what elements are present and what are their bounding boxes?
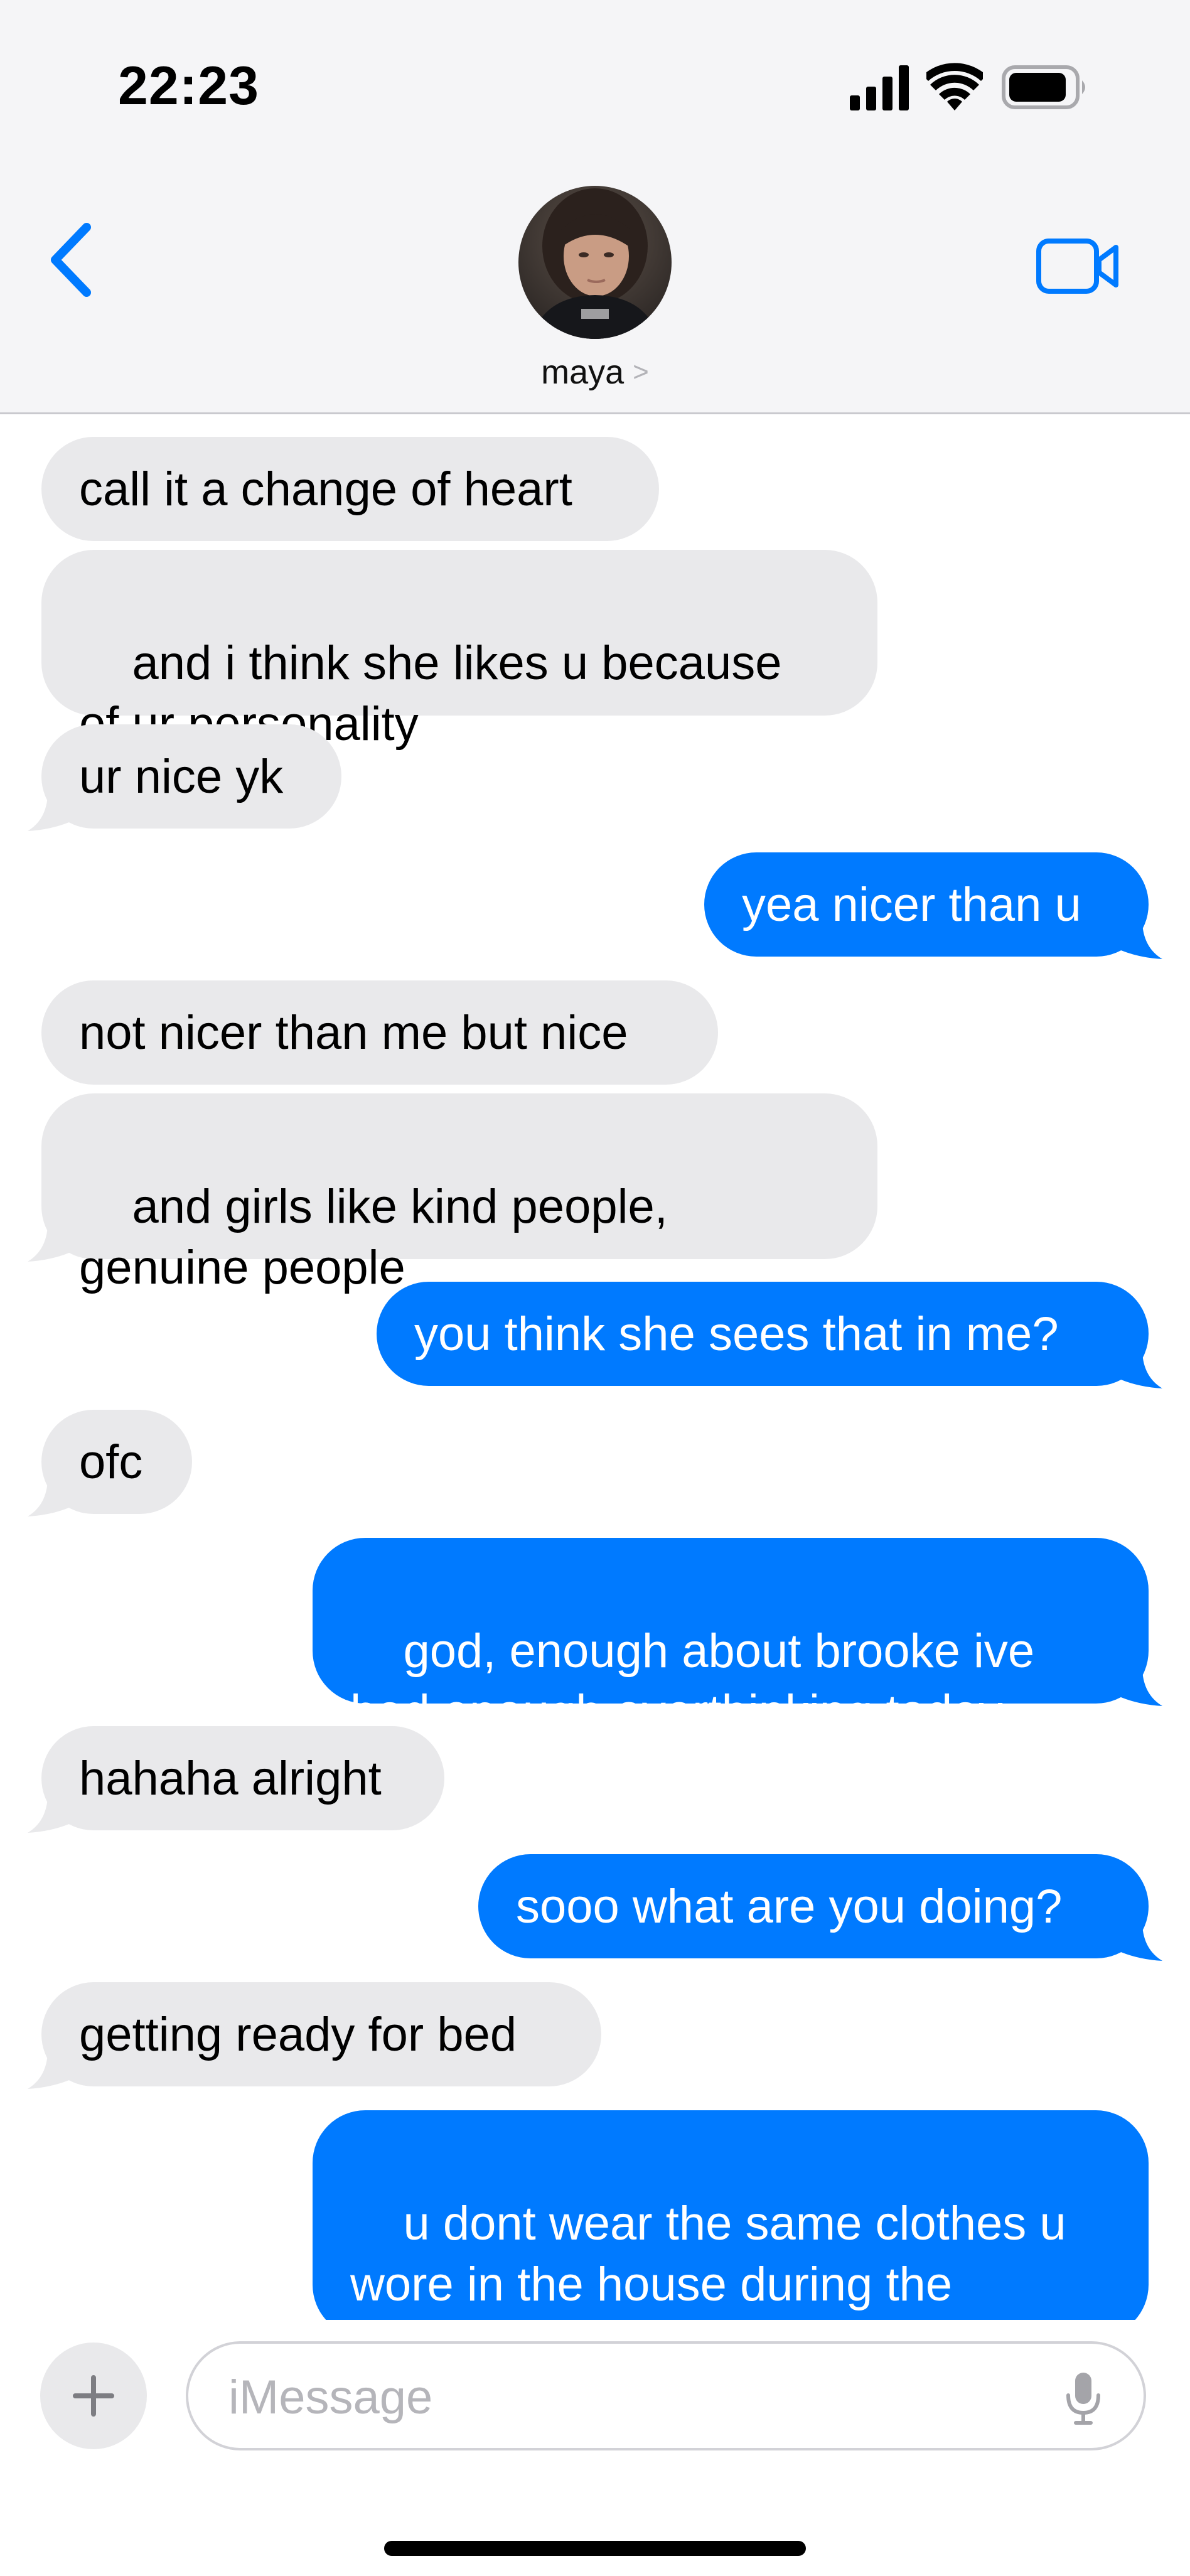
bubble-tail: [1121, 923, 1162, 959]
message-text: ur nice yk: [79, 750, 284, 803]
message-text: god, enough about brooke ive had enough …: [350, 1624, 1035, 1739]
message-text: not nicer than me but nice: [79, 1006, 628, 1060]
cellular-signal-icon: [850, 65, 909, 110]
contact-chevron-icon: >: [633, 357, 649, 387]
outgoing-message-bubble[interactable]: u dont wear the same clothes u wore in t…: [313, 2110, 1149, 2320]
outgoing-message-bubble[interactable]: you think she sees that in me?: [377, 1282, 1149, 1386]
outgoing-message-bubble[interactable]: sooo what are you doing?: [478, 1854, 1149, 1958]
message-text: yea nicer than u: [742, 878, 1081, 931]
contact-name-button[interactable]: maya >: [0, 353, 1190, 392]
bubble-tail: [28, 795, 69, 831]
message-composer: iMessage: [0, 2320, 1190, 2576]
bubble-tail: [1121, 1670, 1162, 1706]
microphone-icon[interactable]: [1064, 2371, 1102, 2425]
battery-icon: [1002, 65, 1085, 109]
wifi-icon: [926, 63, 983, 110]
message-text: sooo what are you doing?: [516, 1880, 1063, 1933]
message-text: call it a change of heart: [79, 463, 572, 516]
imessage-input[interactable]: iMessage: [186, 2341, 1146, 2450]
home-indicator[interactable]: [384, 2541, 806, 2556]
message-text: ofc: [79, 1436, 143, 1489]
bubble-tail: [28, 1480, 69, 1516]
message-text: you think she sees that in me?: [414, 1307, 1059, 1361]
apps-plus-button[interactable]: [40, 2343, 147, 2449]
video-call-icon[interactable]: [1036, 235, 1121, 298]
bubble-tail: [28, 1796, 69, 1833]
message-text: hahaha alright: [79, 1752, 382, 1805]
outgoing-message-bubble[interactable]: god, enough about brooke ive had enough …: [313, 1538, 1149, 1739]
incoming-message-bubble[interactable]: hahaha alright: [41, 1726, 444, 1830]
message-thread[interactable]: call it a change of heart and i think sh…: [0, 414, 1190, 2320]
incoming-message-bubble[interactable]: not nicer than me but nice: [41, 980, 718, 1085]
incoming-message-bubble[interactable]: and i think she likes u because of ur pe…: [41, 550, 877, 751]
incoming-message-bubble[interactable]: and girls like kind people, genuine peop…: [41, 1093, 877, 1294]
message-text: u dont wear the same clothes u wore in t…: [350, 2197, 1066, 2320]
input-placeholder: iMessage: [228, 2371, 433, 2424]
status-time: 22:23: [118, 56, 259, 116]
bubble-tail: [1121, 1924, 1162, 1961]
incoming-message-bubble[interactable]: getting ready for bed: [41, 1982, 601, 2086]
plus-icon: [73, 2375, 114, 2417]
incoming-message-bubble[interactable]: ur nice yk: [41, 724, 341, 829]
bubble-tail: [28, 2053, 69, 2089]
incoming-message-bubble[interactable]: call it a change of heart: [41, 437, 659, 541]
outgoing-message-bubble[interactable]: yea nicer than u: [704, 852, 1149, 957]
message-text: and girls like kind people, genuine peop…: [79, 1180, 668, 1294]
contact-photo-icon: [518, 186, 672, 339]
top-bar: 22:23 maya >: [0, 0, 1190, 414]
message-text: getting ready for bed: [79, 2008, 517, 2061]
bubble-tail: [1121, 1352, 1162, 1388]
bubble-tail: [28, 1225, 69, 1262]
contact-name: maya: [541, 353, 624, 391]
back-chevron-icon[interactable]: [41, 221, 99, 299]
contact-avatar[interactable]: [518, 186, 672, 339]
